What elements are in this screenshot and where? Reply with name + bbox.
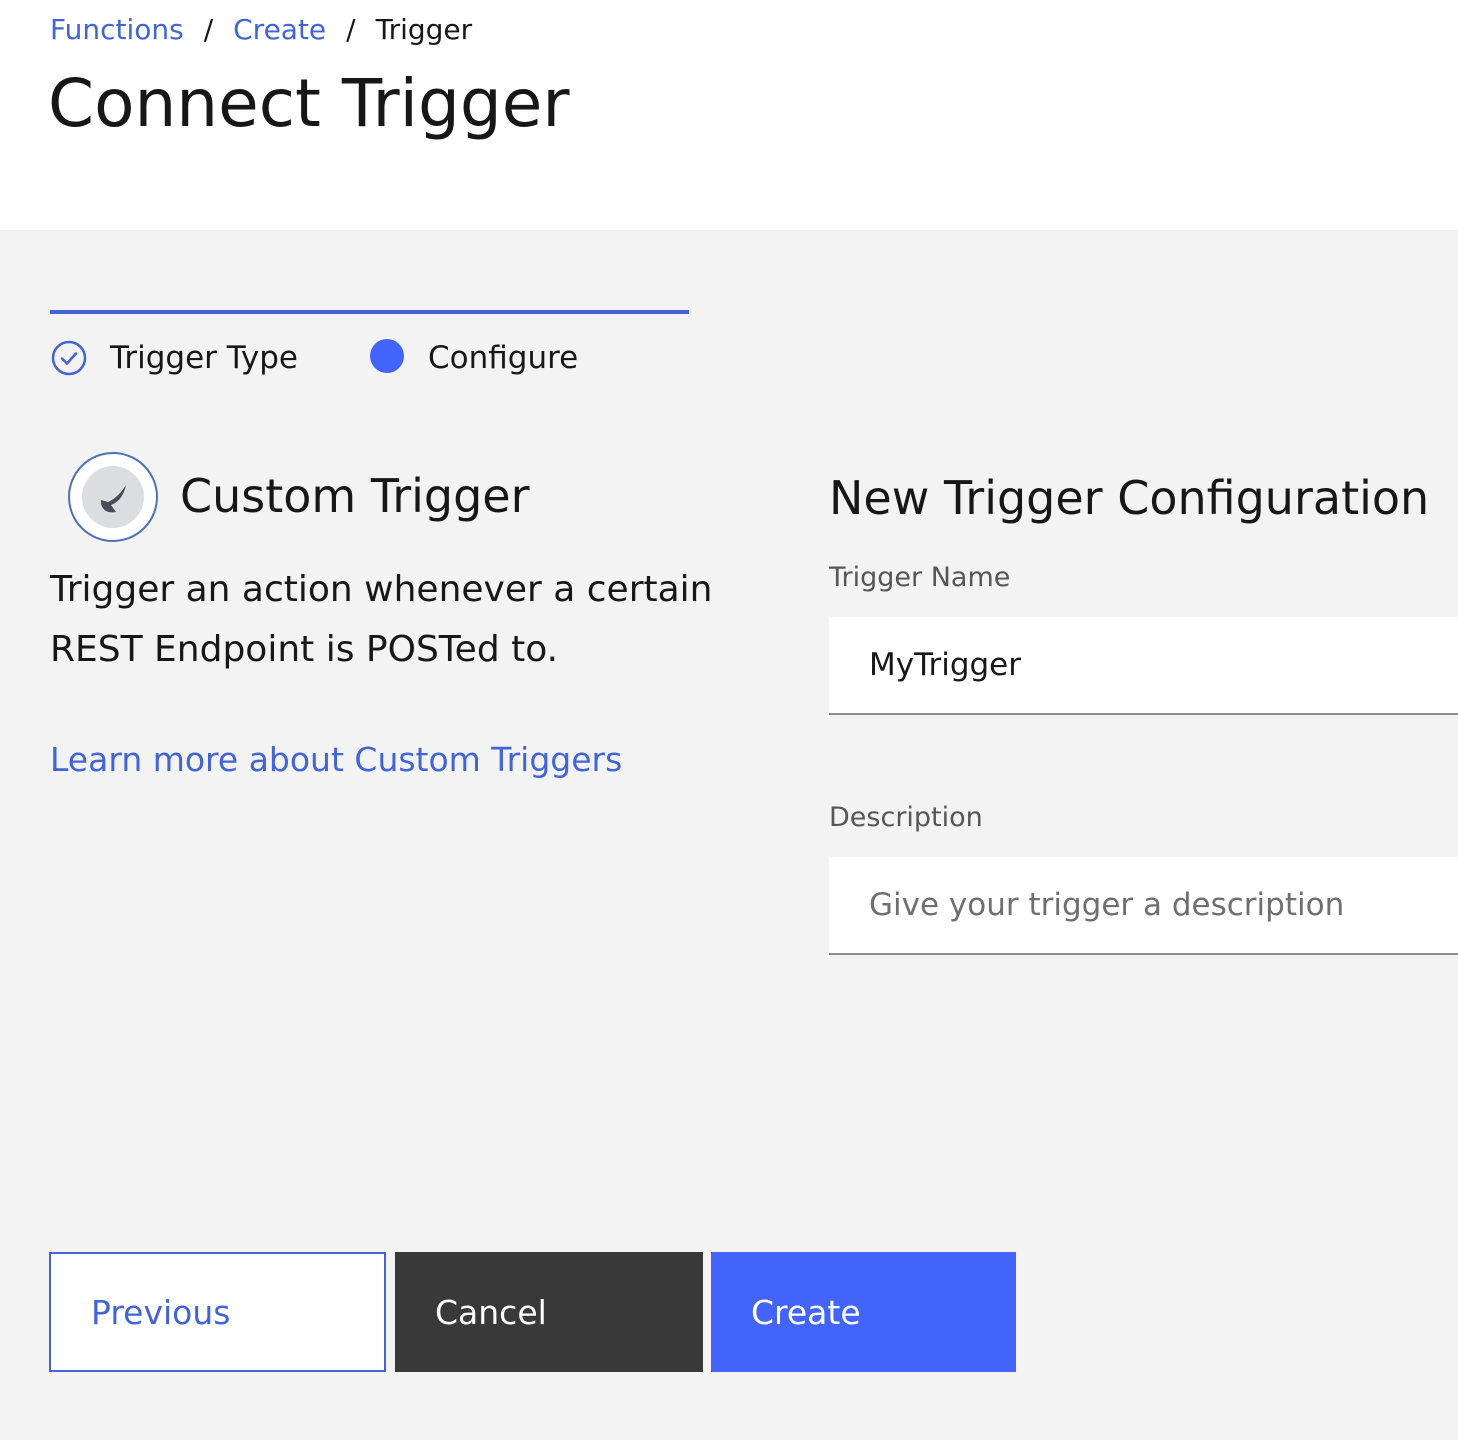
previous-button[interactable]: Previous — [49, 1252, 386, 1372]
learn-more-link[interactable]: Learn more about Custom Triggers — [50, 736, 622, 784]
step-trigger-type[interactable]: Trigger Type — [50, 338, 298, 378]
trigger-name-label: Trigger Name — [829, 562, 1011, 593]
breadcrumb-functions-link[interactable]: Functions — [50, 13, 184, 46]
create-button[interactable]: Create — [711, 1252, 1016, 1372]
cancel-button[interactable]: Cancel — [395, 1252, 703, 1372]
filled-circle-icon — [368, 338, 408, 378]
page-title: Connect Trigger — [48, 65, 570, 142]
trigger-title: Custom Trigger — [180, 469, 530, 523]
breadcrumb: Functions / Create / Trigger — [50, 10, 472, 50]
progress-indicator: Trigger Type Configure — [50, 310, 690, 390]
breadcrumb-current: Trigger — [375, 13, 473, 46]
breadcrumb-separator: / — [346, 13, 356, 46]
step-label: Configure — [428, 340, 579, 376]
trigger-name-input[interactable] — [829, 617, 1458, 715]
breadcrumb-separator: / — [203, 13, 214, 46]
custom-trigger-icon — [68, 452, 158, 542]
step-configure[interactable]: Configure — [368, 338, 578, 378]
checkmark-circle-icon — [50, 338, 90, 378]
config-title: New Trigger Configuration — [829, 471, 1430, 525]
breadcrumb-create-link[interactable]: Create — [233, 13, 326, 46]
step-label: Trigger Type — [110, 340, 298, 376]
description-label: Description — [829, 802, 983, 833]
trigger-description: Trigger an action whenever a certain RES… — [50, 569, 713, 670]
page-header: Functions / Create / Trigger Connect Trigger — [0, 0, 1458, 230]
progress-bar — [50, 310, 689, 314]
description-input[interactable] — [829, 857, 1458, 955]
